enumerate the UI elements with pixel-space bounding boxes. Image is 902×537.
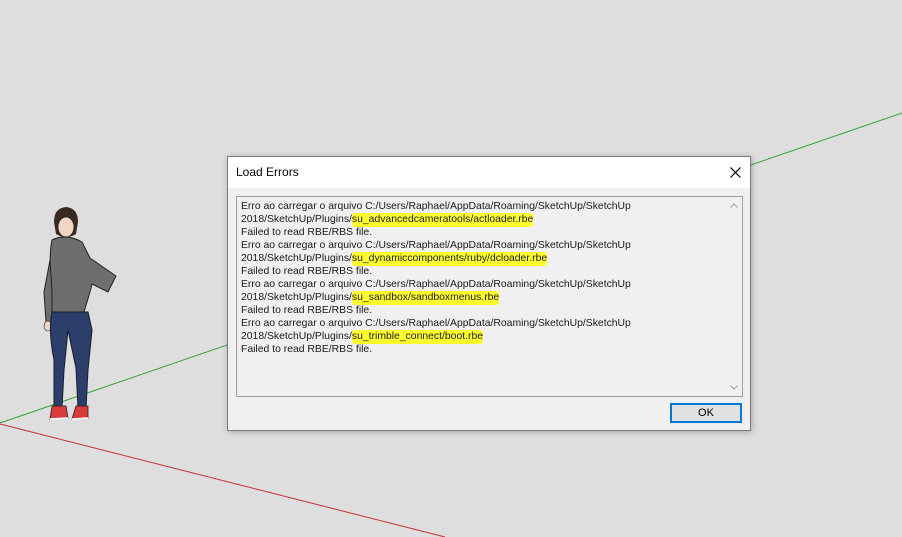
scale-figure[interactable] — [38, 200, 128, 430]
chevron-up-icon — [729, 203, 738, 208]
error-entry: Erro ao carregar o arquivo C:/Users/Raph… — [241, 317, 725, 356]
error-file-highlight: su_advancedcameratools/actloader.rbe — [351, 213, 534, 227]
error-entry: Erro ao carregar o arquivo C:/Users/Raph… — [241, 278, 725, 317]
error-prefix: Erro ao carregar o arquivo C:/Users/Raph… — [241, 240, 631, 251]
close-icon — [729, 167, 741, 178]
error-path: 2018/SketchUp/Plugins/ — [241, 214, 352, 225]
dialog-title: Load Errors — [236, 165, 299, 179]
error-path: 2018/SketchUp/Plugins/ — [241, 292, 352, 303]
vertical-scrollbar[interactable] — [725, 197, 742, 396]
error-path: 2018/SketchUp/Plugins/ — [241, 253, 352, 264]
ok-button[interactable]: OK — [670, 403, 742, 423]
error-path: 2018/SketchUp/Plugins/ — [241, 331, 352, 342]
error-entry: Erro ao carregar o arquivo C:/Users/Raph… — [241, 200, 725, 239]
error-prefix: Erro ao carregar o arquivo C:/Users/Raph… — [241, 279, 631, 290]
red-axis-line — [0, 423, 446, 537]
error-entry: Erro ao carregar o arquivo C:/Users/Raph… — [241, 239, 725, 278]
error-prefix: Erro ao carregar o arquivo C:/Users/Raph… — [241, 318, 631, 329]
close-button[interactable] — [720, 157, 750, 188]
scroll-up-button[interactable] — [725, 197, 742, 214]
error-file-highlight: su_dynamiccomponents/ruby/dcloader.rbe — [351, 252, 548, 266]
load-errors-dialog: Load Errors Erro ao carregar o arquivo C… — [227, 156, 751, 431]
error-prefix: Erro ao carregar o arquivo C:/Users/Raph… — [241, 201, 631, 212]
error-message: Failed to read RBE/RBS file. — [241, 266, 373, 277]
error-message: Failed to read RBE/RBS file. — [241, 344, 373, 355]
error-file-highlight: su_trimble_connect/boot.rbe — [351, 330, 484, 344]
scroll-down-button[interactable] — [725, 379, 742, 396]
error-message: Failed to read RBE/RBS file. — [241, 227, 373, 238]
error-log-text: Erro ao carregar o arquivo C:/Users/Raph… — [241, 200, 725, 356]
error-log-textbox[interactable]: Erro ao carregar o arquivo C:/Users/Raph… — [236, 196, 743, 397]
error-file-highlight: su_sandbox/sandboxmenus.rbe — [351, 291, 500, 305]
chevron-down-icon — [729, 385, 738, 390]
dialog-titlebar[interactable]: Load Errors — [228, 157, 750, 188]
error-message: Failed to read RBE/RBS file. — [241, 305, 373, 316]
